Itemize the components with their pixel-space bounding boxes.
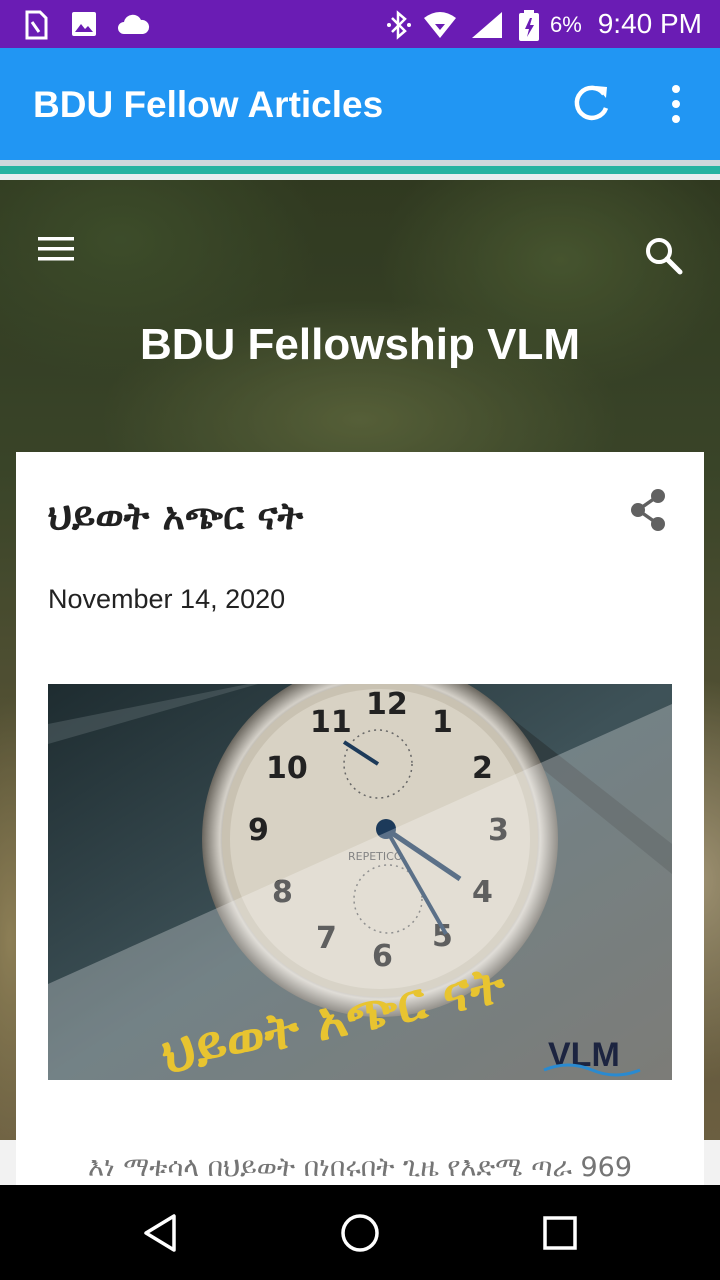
bluetooth-icon [387, 10, 411, 40]
menu-icon [38, 237, 74, 261]
post-featured-image[interactable]: 12 1 2 3 4 5 6 7 8 9 10 11 REPETICO ህይወት… [48, 684, 672, 1080]
recents-button[interactable] [537, 1210, 583, 1256]
svg-text:9: 9 [248, 813, 269, 848]
post-excerpt: እነ ማቱሳላ በህይወት በነበሩበት ጊዜ የእድሜ ጣራ 969 [87, 1152, 633, 1183]
share-button[interactable] [624, 486, 672, 534]
post-title[interactable]: ህይወት አጭር ናት [48, 494, 303, 539]
battery-percent: 6% [550, 12, 582, 37]
home-icon [341, 1214, 379, 1252]
accent-divider [0, 166, 720, 174]
search-button[interactable] [640, 232, 688, 280]
post-date: November 14, 2020 [48, 584, 286, 614]
menu-button[interactable] [34, 230, 78, 270]
back-button[interactable] [138, 1210, 184, 1256]
post-card: ህይወት አጭር ናት November 14, 2020 12 1 2 3 4… [16, 452, 704, 1185]
app-bar: BDU Fellow Articles [0, 48, 720, 160]
svg-text:12: 12 [366, 687, 408, 722]
app-title: BDU Fellow Articles [33, 84, 384, 125]
wifi-icon [424, 12, 456, 38]
status-bar: 6% 9:40 PM [0, 0, 720, 48]
home-button[interactable] [337, 1210, 383, 1256]
clock-illustration: 12 1 2 3 4 5 6 7 8 9 10 11 REPETICO ህይወት… [48, 684, 672, 1080]
more-vert-icon [672, 85, 680, 123]
svg-text:10: 10 [266, 751, 308, 786]
sim-icon [25, 10, 48, 40]
search-icon [646, 238, 683, 275]
share-icon [631, 489, 665, 531]
refresh-button[interactable] [568, 80, 616, 128]
clock-time: 9:40 PM [597, 8, 702, 39]
image-icon [72, 12, 96, 36]
blog-title[interactable]: BDU Fellowship VLM [0, 320, 720, 370]
webview[interactable]: BDU Fellowship VLM ህይወት አጭር ናት November … [0, 180, 720, 1185]
more-options-button[interactable] [652, 80, 700, 128]
navigation-bar [0, 1185, 720, 1280]
svg-text:1: 1 [432, 705, 453, 740]
cloud-icon [118, 14, 150, 34]
recents-icon [543, 1216, 577, 1250]
battery-icon [519, 10, 539, 41]
svg-text:11: 11 [310, 705, 352, 740]
svg-text:2: 2 [472, 751, 493, 786]
refresh-icon [574, 85, 609, 121]
signal-icon [472, 12, 502, 38]
back-icon [144, 1214, 176, 1252]
